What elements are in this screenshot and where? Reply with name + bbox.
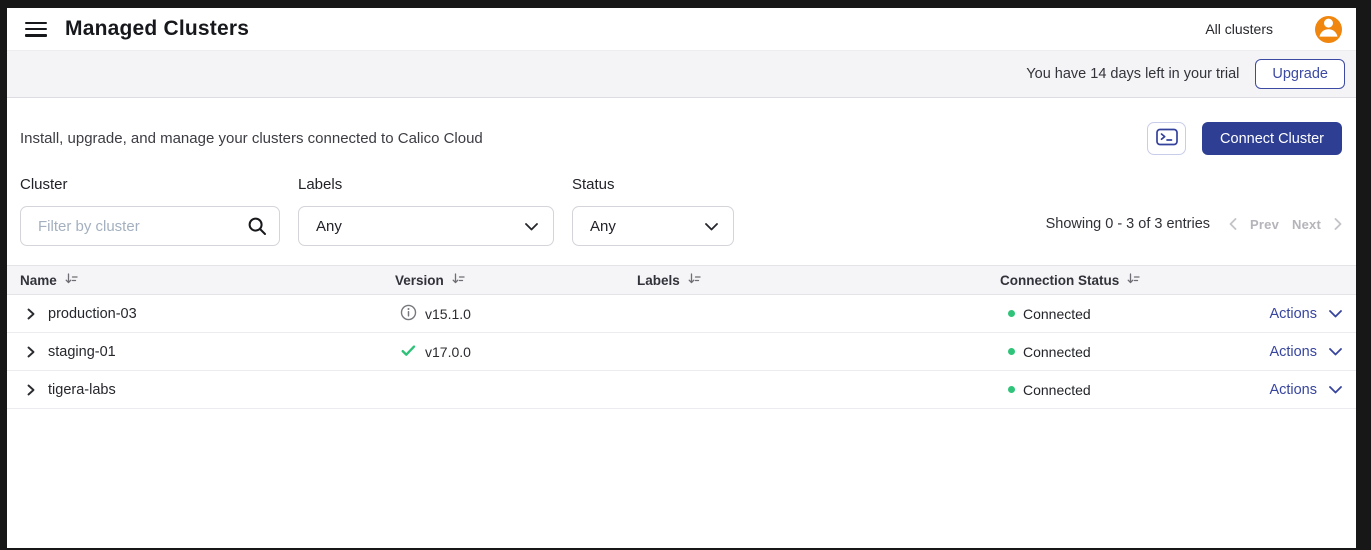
version-text: v15.1.0: [425, 306, 471, 322]
cluster-scope-selector[interactable]: All clusters: [1205, 21, 1273, 37]
filters-row: Cluster Labels Any: [20, 176, 1342, 246]
status-cell: Connected: [1000, 382, 1246, 398]
status-cell: Connected: [1000, 344, 1246, 360]
labels-filter: Labels Any: [298, 176, 554, 246]
name-cell: staging-01: [20, 344, 395, 360]
next-chevron-icon[interactable]: [1334, 218, 1342, 230]
labels-filter-value: Any: [316, 218, 342, 235]
avatar[interactable]: [1315, 16, 1342, 43]
labels-filter-label: Labels: [298, 176, 554, 196]
cluster-name: tigera-labs: [48, 382, 116, 398]
version-text: v17.0.0: [425, 344, 471, 360]
status-filter-select[interactable]: Any: [572, 206, 734, 246]
actions-menu[interactable]: Actions: [1246, 306, 1342, 322]
sort-icon: [452, 273, 465, 288]
status-filter-label: Status: [572, 176, 734, 196]
sort-icon: [1127, 273, 1140, 288]
table-row: production-03 v15.1.0 Connected Actions: [7, 295, 1356, 333]
terminal-icon: [1156, 128, 1178, 149]
app-window: Managed Clusters All clusters You have 1…: [7, 8, 1356, 548]
top-nav: Managed Clusters All clusters: [7, 8, 1356, 51]
status-filter: Status Any: [572, 176, 734, 246]
status-text: Connected: [1023, 306, 1091, 322]
version-cell: v15.1.0: [395, 304, 637, 324]
expand-row-button[interactable]: [26, 383, 40, 397]
upgrade-button[interactable]: Upgrade: [1255, 59, 1345, 89]
table-row: tigera-labs Connected Actions: [7, 371, 1356, 409]
toolbar-actions: Connect Cluster: [1147, 122, 1342, 155]
check-icon: [400, 342, 417, 362]
chevron-down-icon: [1329, 306, 1342, 322]
labels-filter-select[interactable]: Any: [298, 206, 554, 246]
chevron-down-icon: [1329, 382, 1342, 398]
name-cell: tigera-labs: [20, 382, 395, 398]
table-row: staging-01 v17.0.0 Connected Actions: [7, 333, 1356, 371]
status-dot: [1008, 386, 1015, 393]
sort-icon: [688, 273, 701, 288]
chevron-down-icon: [705, 218, 718, 235]
pagination: Showing 0 - 3 of 3 entries Prev Next: [1046, 216, 1342, 232]
actions-menu[interactable]: Actions: [1246, 344, 1342, 360]
cluster-name: staging-01: [48, 344, 116, 360]
status-text: Connected: [1023, 344, 1091, 360]
info-icon[interactable]: [400, 304, 417, 324]
nav-right: All clusters: [1205, 16, 1342, 43]
trial-message: You have 14 days left in your trial: [1026, 66, 1239, 82]
user-icon: [1315, 16, 1342, 43]
cluster-name: production-03: [48, 306, 137, 322]
trial-banner: You have 14 days left in your trial Upgr…: [7, 51, 1356, 98]
column-header-name[interactable]: Name: [20, 273, 395, 288]
terminal-button[interactable]: [1147, 122, 1186, 155]
cluster-filter-label: Cluster: [20, 176, 280, 196]
actions-label: Actions: [1269, 382, 1317, 398]
status-cell: Connected: [1000, 306, 1246, 322]
chevron-down-icon: [1329, 344, 1342, 360]
actions-label: Actions: [1269, 344, 1317, 360]
cluster-filter-input[interactable]: [20, 206, 280, 246]
pagination-summary: Showing 0 - 3 of 3 entries: [1046, 216, 1210, 232]
clusters-table: Name Version Labels: [7, 265, 1356, 409]
main-content: Install, upgrade, and manage your cluste…: [7, 98, 1356, 548]
page-description: Install, upgrade, and manage your cluste…: [20, 130, 483, 147]
status-text: Connected: [1023, 382, 1091, 398]
status-dot: [1008, 310, 1015, 317]
cluster-filter: Cluster: [20, 176, 280, 246]
name-cell: production-03: [20, 306, 395, 322]
search-icon[interactable]: [247, 216, 267, 236]
column-header-version[interactable]: Version: [395, 273, 637, 288]
nav-left: Managed Clusters: [25, 17, 249, 41]
cluster-filter-input-wrap: [20, 206, 280, 246]
status-dot: [1008, 348, 1015, 355]
expand-row-button[interactable]: [26, 345, 40, 359]
actions-menu[interactable]: Actions: [1246, 382, 1342, 398]
column-header-labels[interactable]: Labels: [637, 273, 1000, 288]
version-cell: v17.0.0: [395, 342, 637, 362]
page-title: Managed Clusters: [65, 17, 249, 41]
prev-button[interactable]: Prev: [1250, 217, 1279, 232]
actions-label: Actions: [1269, 306, 1317, 322]
next-button[interactable]: Next: [1292, 217, 1321, 232]
toolbar: Install, upgrade, and manage your cluste…: [20, 122, 1342, 155]
table-header: Name Version Labels: [7, 265, 1356, 295]
status-filter-value: Any: [590, 218, 616, 235]
prev-chevron-icon[interactable]: [1229, 218, 1237, 230]
connect-cluster-button[interactable]: Connect Cluster: [1202, 122, 1342, 155]
menu-icon[interactable]: [25, 22, 47, 37]
sort-icon: [65, 273, 78, 288]
expand-row-button[interactable]: [26, 307, 40, 321]
chevron-down-icon: [525, 218, 538, 235]
column-header-connection-status[interactable]: Connection Status: [1000, 273, 1246, 288]
